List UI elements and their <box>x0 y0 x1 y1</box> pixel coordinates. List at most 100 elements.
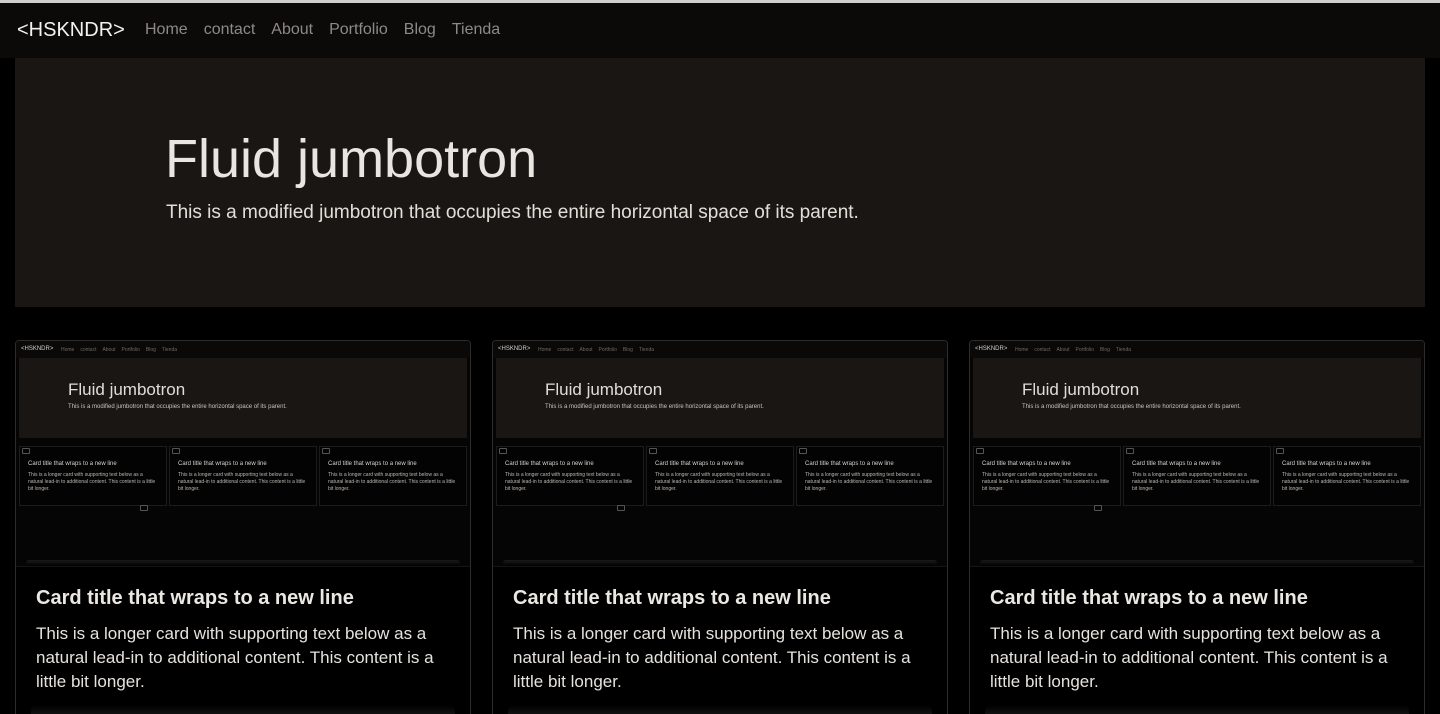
card-3[interactable]: <HSKNDR> Home contact About Portfolio Bl… <box>969 340 1425 714</box>
thumbnail-navbar: <HSKNDR> Home contact About Portfolio Bl… <box>493 341 947 358</box>
thumbnail-card: Card title that wraps to a new line This… <box>973 446 1121 506</box>
card-text: This is a longer card with supporting te… <box>990 624 1388 691</box>
nav-link-portfolio[interactable]: Portfolio <box>329 21 388 39</box>
thumbnail-card-text: This is a longer card with supporting te… <box>178 472 306 492</box>
card-title: Card title that wraps to a new line <box>36 587 354 609</box>
thumbnail-card-title: Card title that wraps to a new line <box>28 461 117 467</box>
thumbnail-nav-link: Home <box>538 347 552 353</box>
thumbnail-nav-link: contact <box>1034 347 1051 353</box>
card-title: Card title that wraps to a new line <box>513 587 831 609</box>
thumbnail-card-title: Card title that wraps to a new line <box>1282 461 1371 467</box>
broken-image-icon <box>172 448 180 454</box>
thumbnail-jumbotron: Fluid jumbotron This is a modified jumbo… <box>19 358 467 438</box>
card-bottom-shadow <box>985 705 1409 714</box>
broken-image-icon <box>617 505 625 511</box>
thumbnail-brand: <HSKNDR> <box>498 346 531 352</box>
thumbnail-lead: This is a modified jumbotron that occupi… <box>68 404 287 410</box>
thumbnail-card-row: Card title that wraps to a new line This… <box>19 446 467 506</box>
card-title: Card title that wraps to a new line <box>990 587 1308 609</box>
thumbnail-nav-link: About <box>1056 347 1070 353</box>
thumbnail-card-title: Card title that wraps to a new line <box>805 461 894 467</box>
thumbnail-lead: This is a modified jumbotron that occupi… <box>1022 404 1241 410</box>
broken-image-icon <box>140 505 148 511</box>
jumbotron: Fluid jumbotron This is a modified jumbo… <box>15 58 1425 307</box>
thumbnail-card-title: Card title that wraps to a new line <box>1132 461 1221 467</box>
thumbnail-nav-link: Home <box>1015 347 1029 353</box>
thumbnail-card-title: Card title that wraps to a new line <box>178 461 267 467</box>
broken-image-icon <box>1126 448 1134 454</box>
thumbnail-nav-link: Blog <box>1099 347 1110 353</box>
thumbnail-card-text: This is a longer card with supporting te… <box>982 472 1110 492</box>
brand-logo-link[interactable]: <HSKNDR> <box>17 19 125 42</box>
thumbnail-nav-link: contact <box>80 347 97 353</box>
thumbnail-bottom-shadow <box>980 560 1414 566</box>
thumbnail-card: Card title that wraps to a new line This… <box>496 446 644 506</box>
nav-link-blog[interactable]: Blog <box>404 21 436 39</box>
thumbnail-card-title: Card title that wraps to a new line <box>328 461 417 467</box>
thumbnail-title: Fluid jumbotron <box>1022 380 1140 399</box>
card-thumbnail-image: <HSKNDR> Home contact About Portfolio Bl… <box>970 341 1424 567</box>
thumbnail-bottom-shadow <box>503 560 937 566</box>
thumbnail-nav-link: About <box>102 347 116 353</box>
thumbnail-lead: This is a modified jumbotron that occupi… <box>545 404 764 410</box>
broken-image-icon <box>1094 505 1102 511</box>
thumbnail-navbar: <HSKNDR> Home contact About Portfolio Bl… <box>16 341 470 358</box>
nav-link-about[interactable]: About <box>271 21 313 39</box>
card-text: This is a longer card with supporting te… <box>36 624 434 691</box>
card-bottom-shadow <box>508 705 932 714</box>
thumbnail-card: Card title that wraps to a new line This… <box>796 446 944 506</box>
thumbnail-title: Fluid jumbotron <box>68 380 186 399</box>
thumbnail-navbar: <HSKNDR> Home contact About Portfolio Bl… <box>970 341 1424 358</box>
thumbnail-nav-link: Portfolio <box>121 347 140 353</box>
thumbnail-bottom-shadow <box>26 560 460 566</box>
thumbnail-card-text: This is a longer card with supporting te… <box>1282 472 1410 492</box>
thumbnail-card-title: Card title that wraps to a new line <box>655 461 744 467</box>
thumbnail-card-text: This is a longer card with supporting te… <box>328 472 456 492</box>
thumbnail-card-row: Card title that wraps to a new line This… <box>496 446 944 506</box>
card-1[interactable]: <HSKNDR> Home contact About Portfolio Bl… <box>15 340 471 714</box>
broken-image-icon <box>499 448 507 454</box>
card-thumbnail-image: <HSKNDR> Home contact About Portfolio Bl… <box>16 341 470 567</box>
broken-image-icon <box>1276 448 1284 454</box>
jumbotron-lead: This is a modified jumbotron that occupi… <box>166 202 859 223</box>
thumbnail-card: Card title that wraps to a new line This… <box>19 446 167 506</box>
broken-image-icon <box>22 448 30 454</box>
thumbnail-nav-link: contact <box>557 347 574 353</box>
broken-image-icon <box>799 448 807 454</box>
card-text: This is a longer card with supporting te… <box>513 624 911 691</box>
thumbnail-card-text: This is a longer card with supporting te… <box>28 472 156 492</box>
card-2[interactable]: <HSKNDR> Home contact About Portfolio Bl… <box>492 340 948 714</box>
thumbnail-nav-links: Home contact About Portfolio Blog Tienda <box>1015 347 1131 353</box>
thumbnail-nav-link: Portfolio <box>1075 347 1094 353</box>
nav-link-contact[interactable]: contact <box>204 21 256 39</box>
thumbnail-brand: <HSKNDR> <box>21 346 54 352</box>
card-bottom-shadow <box>31 705 455 714</box>
thumbnail-title: Fluid jumbotron <box>545 380 663 399</box>
nav-link-tienda[interactable]: Tienda <box>452 21 500 39</box>
thumbnail-card-text: This is a longer card with supporting te… <box>655 472 783 492</box>
thumbnail-card-text: This is a longer card with supporting te… <box>805 472 933 492</box>
thumbnail-nav-link: Tienda <box>161 347 178 353</box>
thumbnail-nav-link: Home <box>61 347 75 353</box>
thumbnail-card: Card title that wraps to a new line This… <box>646 446 794 506</box>
thumbnail-nav-link: About <box>579 347 593 353</box>
thumbnail-jumbotron: Fluid jumbotron This is a modified jumbo… <box>973 358 1421 438</box>
thumbnail-nav-link: Tienda <box>1115 347 1132 353</box>
thumbnail-card: Card title that wraps to a new line This… <box>1123 446 1271 506</box>
thumbnail-card: Card title that wraps to a new line This… <box>319 446 467 506</box>
thumbnail-card: Card title that wraps to a new line This… <box>169 446 317 506</box>
thumbnail-jumbotron: Fluid jumbotron This is a modified jumbo… <box>496 358 944 438</box>
nav-links: Home contact About Portfolio Blog Tienda <box>145 21 500 39</box>
thumbnail-nav-link: Blog <box>145 347 156 353</box>
thumbnail-nav-link: Blog <box>622 347 633 353</box>
thumbnail-card-text: This is a longer card with supporting te… <box>505 472 633 492</box>
thumbnail-card-row: Card title that wraps to a new line This… <box>973 446 1421 506</box>
navbar: <HSKNDR> Home contact About Portfolio Bl… <box>0 3 1440 58</box>
card-thumbnail-image: <HSKNDR> Home contact About Portfolio Bl… <box>493 341 947 567</box>
thumbnail-brand: <HSKNDR> <box>975 346 1008 352</box>
thumbnail-card: Card title that wraps to a new line This… <box>1273 446 1421 506</box>
broken-image-icon <box>976 448 984 454</box>
nav-link-home[interactable]: Home <box>145 21 188 39</box>
thumbnail-card-text: This is a longer card with supporting te… <box>1132 472 1260 492</box>
broken-image-icon <box>649 448 657 454</box>
